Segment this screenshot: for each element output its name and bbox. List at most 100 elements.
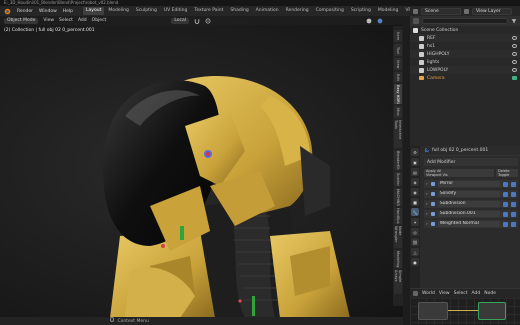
viewport-menu-select[interactable]: Select [59, 18, 73, 23]
eye-icon[interactable] [512, 68, 517, 72]
world-node[interactable] [418, 302, 448, 320]
proportional-edit-icon[interactable] [205, 18, 211, 24]
menu-window[interactable]: Window [39, 9, 57, 14]
tab-animation[interactable]: Animation [253, 7, 282, 15]
viewport-menu-view[interactable]: View [43, 18, 54, 23]
expand-arrow-icon[interactable]: › [426, 202, 428, 207]
tab-scripting[interactable]: Scripting [348, 7, 374, 15]
node-editor-type-icon[interactable] [413, 291, 418, 296]
expand-arrow-icon[interactable]: › [426, 192, 428, 197]
modifier-props-icon[interactable]: 🔧 [411, 208, 419, 216]
viewport-toggle-icon[interactable] [503, 191, 508, 197]
viewport-toggle-icon[interactable] [503, 181, 508, 187]
tab-modeling[interactable]: Modeling [105, 7, 131, 15]
filter-icon[interactable] [511, 18, 517, 24]
physics-props-icon[interactable]: ◎ [411, 228, 419, 236]
tab-node-wrangler[interactable]: Node Wrangler [394, 226, 402, 248]
tab-interactive-tools[interactable]: Interactive Tools [394, 120, 402, 148]
tab-uv-editing[interactable]: UV Editing [161, 7, 190, 15]
object-props-icon[interactable]: ■ [411, 198, 419, 206]
view-layer-field[interactable]: View Layer [472, 7, 512, 15]
object-mode-dropdown[interactable]: Object Mode [4, 17, 39, 24]
tab-rendering[interactable]: Rendering [283, 7, 312, 15]
modifier-name[interactable]: Mirror [437, 181, 500, 187]
outliner-row-highpoly[interactable]: HIGHPOLY [410, 50, 520, 58]
eye-icon[interactable] [512, 60, 517, 64]
outliner-editor-icon[interactable] [413, 18, 419, 24]
modifier-name[interactable]: Subdivision [437, 201, 500, 207]
modifier-name[interactable]: Weighted Normal [437, 221, 500, 227]
viewport-menu-add[interactable]: Add [78, 18, 87, 23]
material-props-icon[interactable]: ● [411, 258, 419, 266]
tab-hardops[interactable]: HardOps [394, 208, 402, 224]
tab-simple-arrays[interactable]: Simple Arrays [394, 270, 402, 294]
tab-shading[interactable]: Shading [227, 7, 251, 15]
outliner-row-camera[interactable]: Camera [410, 74, 520, 82]
shading-solid-icon[interactable] [366, 18, 372, 24]
render-toggle-icon[interactable] [511, 211, 516, 217]
viewport-toggle-icon[interactable] [503, 221, 508, 227]
modifier-subdivision-001[interactable]: › Subdivision.001 [424, 210, 518, 218]
output-props-icon[interactable]: ▤ [411, 168, 419, 176]
particles-props-icon[interactable]: ✦ [411, 218, 419, 226]
outliner-row-hs1[interactable]: hs1 [410, 42, 520, 50]
outliner-row-lights[interactable]: lights [410, 58, 520, 66]
tab-machin3[interactable]: MACHIN3 [394, 188, 402, 206]
node-menu-select[interactable]: Select [454, 291, 468, 296]
shader-node-editor[interactable]: World View Select Add Node [410, 288, 520, 325]
render-toggle-icon[interactable] [511, 221, 516, 227]
expand-arrow-icon[interactable]: › [426, 182, 428, 187]
scene-props-icon[interactable]: ◈ [411, 178, 419, 186]
render-toggle-icon[interactable] [511, 181, 516, 187]
outliner-row-scene-collection[interactable]: Scene Collection [410, 26, 520, 34]
world-props-icon[interactable]: ◉ [411, 188, 419, 196]
tab-edit[interactable]: Edit [394, 72, 402, 82]
modifier-subdivision[interactable]: › Subdivision [424, 200, 518, 208]
modifier-name[interactable]: Solidify [437, 191, 500, 197]
tab-easy-hdri[interactable]: Easy HDRI [394, 84, 402, 104]
blender-logo-icon[interactable] [4, 8, 11, 15]
tab-modeling-sidebar[interactable]: Modeling [394, 250, 402, 268]
render-toggle-icon[interactable] [511, 191, 516, 197]
node-menu-node[interactable]: Node [484, 291, 496, 296]
output-node[interactable] [478, 302, 506, 320]
viewport-toggle-icon[interactable] [503, 201, 508, 207]
add-modifier-button[interactable]: Add Modifier [424, 158, 518, 166]
data-props-icon[interactable]: △ [411, 248, 419, 256]
constraints-props-icon[interactable]: ⛓ [411, 238, 419, 246]
eye-icon[interactable] [512, 44, 517, 48]
shading-rendered-icon[interactable] [377, 18, 383, 24]
modifier-solidify[interactable]: › Solidify [424, 190, 518, 198]
apply-all-button[interactable]: Apply All Viewport Vis [424, 169, 494, 177]
tab-blenderkit[interactable]: BlenderKit [394, 150, 402, 170]
outliner-row-lowpoly[interactable]: LOWPOLY [410, 66, 520, 74]
modifier-weighted-normal[interactable]: › Weighted Normal [424, 220, 518, 228]
tab-item[interactable]: Item [394, 30, 402, 42]
render-props-icon[interactable]: ▣ [411, 158, 419, 166]
scene-field[interactable]: Scene [421, 7, 461, 15]
transform-pivot-dropdown[interactable]: Local [171, 17, 189, 24]
node-menu-view[interactable]: View [439, 291, 450, 296]
expand-arrow-icon[interactable]: › [426, 222, 428, 227]
modifier-name[interactable]: Subdivision.001 [437, 211, 500, 217]
snap-icon[interactable] [194, 18, 200, 24]
outliner-search-input[interactable] [422, 18, 508, 24]
delete-button[interactable]: Delete Toggle [496, 169, 518, 177]
outliner-row-ref[interactable]: REF [410, 34, 520, 42]
tab-tool[interactable]: Tool [394, 44, 402, 56]
3d-viewport[interactable]: Object Mode View Select Add Object Local… [0, 16, 403, 317]
tab-sculpting[interactable]: Sculpting [133, 7, 160, 15]
tab-layout[interactable]: Layout [83, 7, 105, 15]
viewport-toggle-icon[interactable] [503, 211, 508, 217]
tab-misc[interactable]: Misc [394, 106, 402, 118]
menu-help[interactable]: Help [63, 9, 73, 14]
node-canvas[interactable] [410, 298, 520, 325]
tab-texture-paint[interactable]: Texture Paint [191, 7, 226, 15]
render-toggle-icon[interactable] [511, 201, 516, 207]
tab-compositing[interactable]: Compositing [313, 7, 347, 15]
viewport-menu-object[interactable]: Object [92, 18, 107, 23]
node-menu-add[interactable]: Add [471, 291, 480, 296]
tab-view[interactable]: View [394, 58, 402, 70]
eye-icon[interactable] [512, 52, 517, 56]
expand-arrow-icon[interactable]: › [426, 212, 428, 217]
